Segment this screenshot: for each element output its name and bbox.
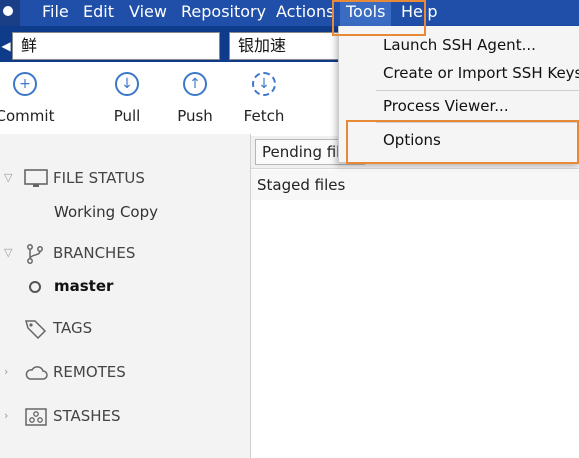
commit-label: Commit — [0, 107, 55, 125]
menu-view[interactable]: View — [127, 0, 169, 26]
menu-repository[interactable]: Repository — [179, 0, 268, 26]
tab-repo-2[interactable]: 银加速 — [229, 32, 340, 60]
sidebar-section-tags[interactable]: TAGS — [0, 313, 250, 343]
fetch-label: Fetch — [243, 107, 285, 125]
section-label: REMOTES — [53, 363, 126, 381]
menu-item-process-viewer[interactable]: Process Viewer... — [383, 94, 509, 118]
app-logo-icon — [3, 6, 13, 16]
sidebar-section-branches[interactable]: ▽ BRANCHES — [0, 238, 250, 268]
section-label: STASHES — [53, 407, 121, 425]
sidebar-item-working-copy[interactable]: Working Copy — [54, 200, 158, 224]
section-label: FILE STATUS — [53, 169, 145, 187]
menu-file[interactable]: File — [40, 0, 71, 26]
fetch-button[interactable]: ↓ Fetch — [229, 72, 299, 125]
stash-icon — [25, 408, 47, 426]
arrow-up-icon: ↑ — [183, 72, 207, 96]
push-button[interactable]: ↑ Push — [160, 72, 230, 125]
sidebar-section-file-status[interactable]: ▽ FILE STATUS — [0, 163, 250, 193]
pull-button[interactable]: ↓ Pull — [92, 72, 162, 125]
sidebar-section-stashes[interactable]: › STASHES — [0, 401, 250, 431]
pull-label: Pull — [113, 107, 141, 125]
app-icon[interactable] — [0, 0, 20, 26]
plus-icon: + — [13, 72, 37, 96]
sidebar-item-master[interactable]: master — [54, 274, 113, 298]
push-label: Push — [177, 107, 213, 125]
tab-scroll-left-icon[interactable]: ◀ — [0, 33, 12, 59]
cloud-icon — [25, 366, 48, 380]
menu-actions[interactable]: Actions — [274, 0, 336, 26]
chevron-down-icon: ▽ — [4, 246, 13, 259]
highlight-tools-menu — [332, 0, 426, 36]
arrow-down-icon: ↓ — [115, 72, 139, 96]
highlight-options-item — [346, 120, 579, 164]
chevron-down-icon: ▽ — [4, 171, 13, 184]
sidebar-section-remotes[interactable]: › REMOTES — [0, 357, 250, 387]
menu-separator — [376, 90, 579, 91]
menu-item-launch-ssh-agent[interactable]: Launch SSH Agent... — [383, 33, 536, 57]
fetch-icon: ↓ — [252, 72, 276, 96]
chevron-right-icon: › — [4, 365, 9, 378]
commit-button[interactable]: + Commit — [0, 72, 60, 125]
current-branch-icon — [29, 281, 41, 293]
chevron-right-icon: › — [4, 409, 9, 422]
tag-icon — [25, 320, 47, 339]
monitor-icon — [24, 169, 48, 187]
section-label: BRANCHES — [53, 244, 136, 262]
branch-icon — [27, 244, 43, 264]
menu-edit[interactable]: Edit — [81, 0, 116, 26]
menu-item-create-import-ssh-keys[interactable]: Create or Import SSH Keys — [383, 61, 579, 85]
tab-repo-1[interactable]: 鲜 — [12, 32, 220, 60]
section-label: TAGS — [53, 319, 93, 337]
staged-files-header: Staged files — [251, 170, 579, 200]
